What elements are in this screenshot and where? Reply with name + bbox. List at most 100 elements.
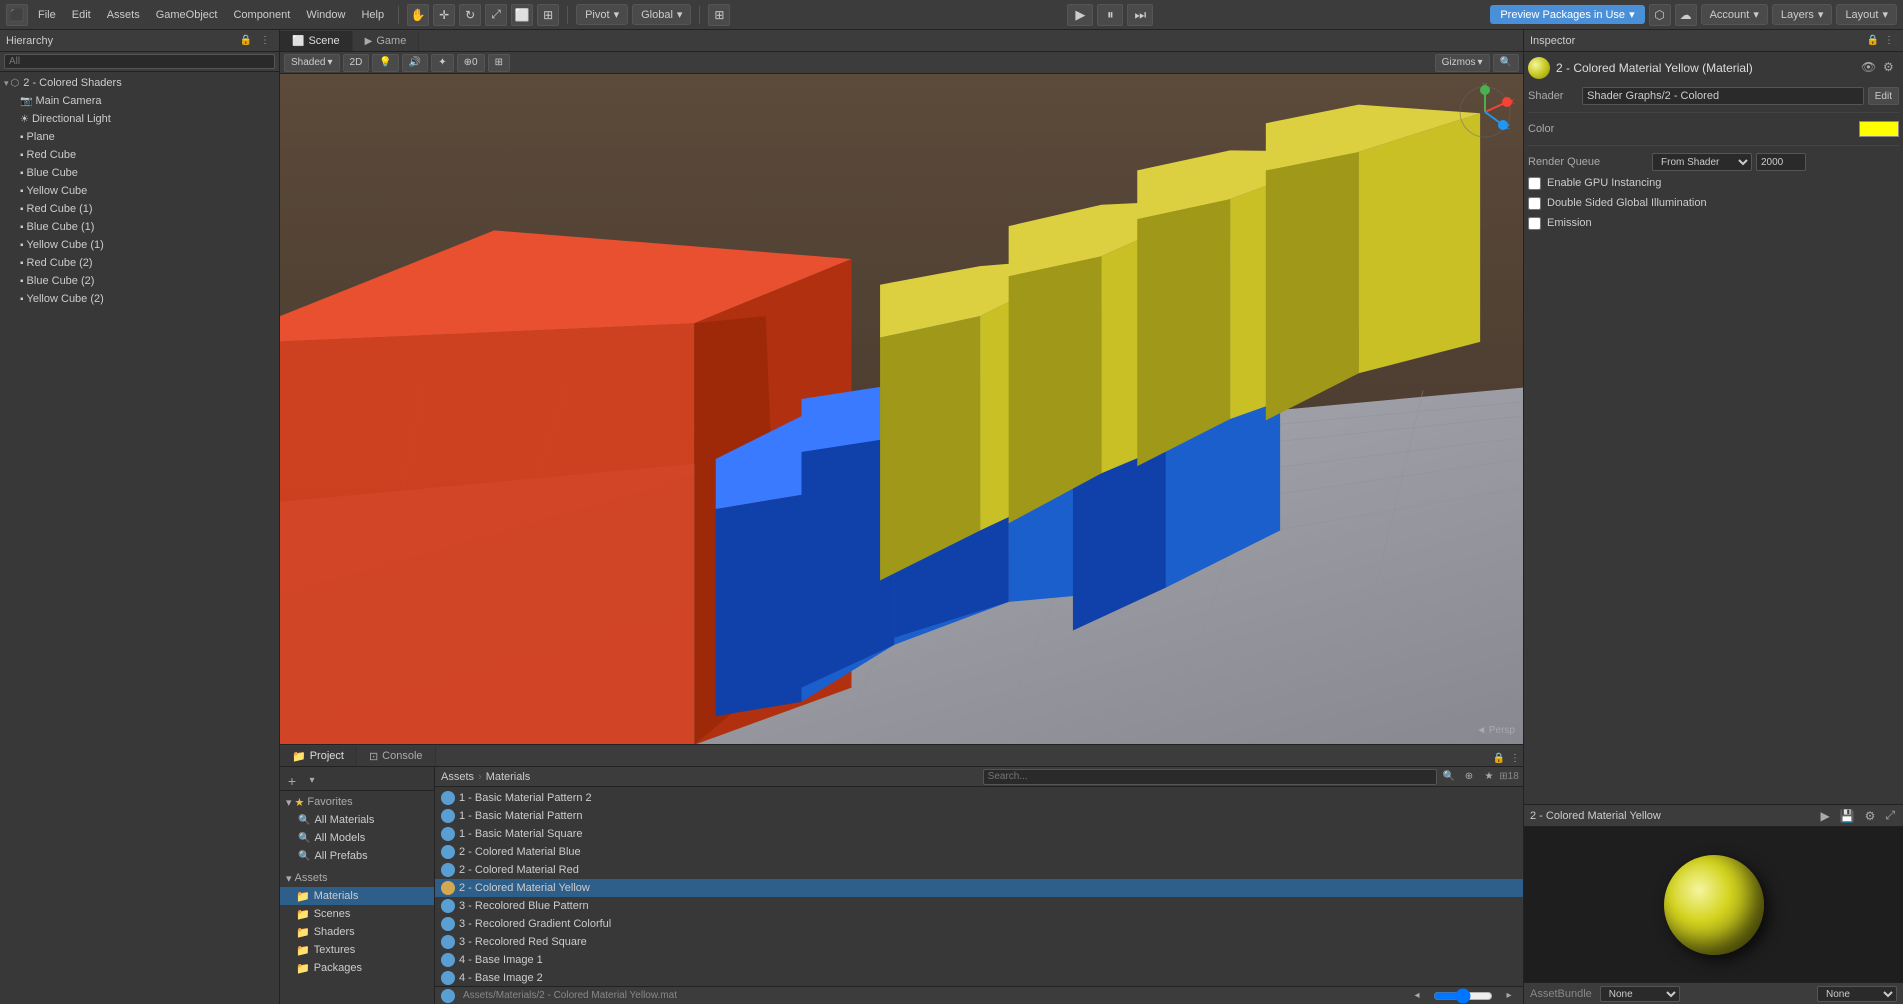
hierarchy-search-input[interactable]: [4, 54, 275, 69]
sidebar-scenes[interactable]: 📁 Scenes: [280, 905, 434, 923]
file-item-11[interactable]: 4 - Base Image 2: [435, 969, 1523, 986]
tab-project[interactable]: 📁 Project: [280, 746, 357, 766]
sidebar-packages[interactable]: 📁 Packages: [280, 959, 434, 977]
tab-game[interactable]: ▶ Game: [353, 31, 420, 51]
tab-console[interactable]: ⊡ Console: [357, 746, 436, 766]
shader-value[interactable]: Shader Graphs/2 - Colored: [1582, 87, 1864, 105]
inspector-lock-btn[interactable]: 🔒: [1865, 33, 1881, 49]
transform-rotate-btn[interactable]: ↻: [459, 4, 481, 26]
file-item-9[interactable]: 3 - Recolored Red Square: [435, 933, 1523, 951]
double-sided-gi-checkbox[interactable]: [1528, 197, 1541, 210]
collab-btn[interactable]: ⬡: [1649, 4, 1671, 26]
bottom-lock-btn[interactable]: 🔒: [1491, 750, 1507, 766]
hierarchy-item-yellow-cube-1[interactable]: ▪ Yellow Cube (1): [0, 236, 279, 254]
hierarchy-item-red-cube-1[interactable]: ▪ Red Cube (1): [0, 200, 279, 218]
file-item-6[interactable]: 2 - Colored Material Yellow: [435, 879, 1523, 897]
breadcrumb-assets[interactable]: Assets: [441, 771, 474, 783]
transform-move-btn[interactable]: ✛: [433, 4, 455, 26]
play-button[interactable]: ▶: [1067, 4, 1093, 26]
transform-rect-btn[interactable]: ⬜: [511, 4, 533, 26]
hierarchy-item-blue-cube[interactable]: ▪ Blue Cube: [0, 164, 279, 182]
menu-file[interactable]: File: [32, 7, 62, 23]
hierarchy-item-blue-cube-1[interactable]: ▪ Blue Cube (1): [0, 218, 279, 236]
status-slider-left[interactable]: ◂: [1409, 988, 1425, 1004]
project-add-btn[interactable]: +: [284, 773, 300, 789]
menu-assets[interactable]: Assets: [101, 7, 146, 23]
scene-toolbar-grid[interactable]: ⊞: [488, 54, 510, 72]
preview-save-btn[interactable]: 💾: [1838, 809, 1857, 823]
color-swatch[interactable]: [1859, 121, 1899, 137]
file-item-4[interactable]: 2 - Colored Material Blue: [435, 843, 1523, 861]
hierarchy-item-yellow-cube[interactable]: ▪ Yellow Cube: [0, 182, 279, 200]
scene-toolbar-extras[interactable]: ⊕0: [457, 54, 485, 72]
lighting-toggle[interactable]: 💡: [372, 54, 398, 72]
account-dropdown[interactable]: Account ▾: [1701, 4, 1768, 25]
file-item-8[interactable]: 3 - Recolored Gradient Colorful: [435, 915, 1523, 933]
menu-gameobject[interactable]: GameObject: [150, 7, 224, 23]
project-search-icon[interactable]: 🔍: [1441, 769, 1457, 785]
transform-all-btn[interactable]: ⊞: [537, 4, 559, 26]
gpu-instancing-checkbox[interactable]: [1528, 177, 1541, 190]
fx-toggle[interactable]: ✦: [431, 54, 453, 72]
inspector-more-btn[interactable]: ⋮: [1881, 33, 1897, 49]
sidebar-all-models[interactable]: 🔍 All Models: [280, 829, 434, 847]
file-item-5[interactable]: 2 - Colored Material Red: [435, 861, 1523, 879]
file-item-10[interactable]: 4 - Base Image 1: [435, 951, 1523, 969]
sidebar-textures[interactable]: 📁 Textures: [280, 941, 434, 959]
cloud-btn[interactable]: ☁: [1675, 4, 1697, 26]
hierarchy-item-blue-cube-2[interactable]: ▪ Blue Cube (2): [0, 272, 279, 290]
pause-button[interactable]: ⏸: [1097, 4, 1123, 26]
favorites-header[interactable]: ▾ ★ Favorites: [280, 793, 434, 811]
gizmos-dropdown[interactable]: Gizmos ▾: [1435, 54, 1490, 72]
asset-bundle-variant-dropdown[interactable]: None: [1817, 986, 1897, 1002]
file-item-2[interactable]: 1 - Basic Material Pattern: [435, 807, 1523, 825]
zoom-slider[interactable]: [1433, 992, 1493, 1000]
file-item-1[interactable]: 1 - Basic Material Pattern 2: [435, 789, 1523, 807]
scene-search-btn[interactable]: 🔍: [1493, 54, 1519, 72]
transform-hand-btn[interactable]: ✋: [407, 4, 429, 26]
hierarchy-item-red-cube-2[interactable]: ▪ Red Cube (2): [0, 254, 279, 272]
menu-component[interactable]: Component: [227, 7, 296, 23]
sidebar-shaders[interactable]: 📁 Shaders: [280, 923, 434, 941]
render-queue-dropdown[interactable]: From Shader: [1652, 153, 1752, 171]
sidebar-all-materials[interactable]: 🔍 All Materials: [280, 811, 434, 829]
shader-edit-button[interactable]: Edit: [1868, 87, 1899, 105]
step-button[interactable]: ⏭: [1127, 4, 1153, 26]
shaded-dropdown[interactable]: Shaded ▾: [284, 54, 340, 72]
project-add-arrow[interactable]: ▾: [304, 773, 320, 789]
grid-btn[interactable]: ⊞: [708, 4, 730, 26]
layout-dropdown[interactable]: Layout ▾: [1836, 4, 1897, 25]
sidebar-materials[interactable]: 📁 Materials: [280, 887, 434, 905]
project-filter-btn[interactable]: ⊕: [1461, 769, 1477, 785]
emission-checkbox[interactable]: [1528, 217, 1541, 230]
file-item-3[interactable]: 1 - Basic Material Square: [435, 825, 1523, 843]
file-item-7[interactable]: 3 - Recolored Blue Pattern: [435, 897, 1523, 915]
sidebar-all-prefabs[interactable]: 🔍 All Prefabs: [280, 847, 434, 865]
audio-toggle[interactable]: 🔊: [402, 54, 428, 72]
preview-settings-btn[interactable]: ⚙: [1863, 809, 1878, 823]
render-queue-value[interactable]: 2000: [1756, 153, 1806, 171]
bottom-more-btn[interactable]: ⋮: [1507, 750, 1523, 766]
breadcrumb-materials[interactable]: Materials: [486, 771, 531, 783]
menu-edit[interactable]: Edit: [66, 7, 97, 23]
asset-bundle-dropdown[interactable]: None: [1600, 986, 1680, 1002]
inspector-eye-btn[interactable]: 👁: [1861, 60, 1877, 76]
scene-gizmo[interactable]: Y X Z: [1455, 82, 1515, 142]
hierarchy-item-plane[interactable]: ▪ Plane: [0, 128, 279, 146]
scene-viewport[interactable]: Y X Z ◄ Persp: [280, 74, 1523, 744]
tab-scene[interactable]: ⬜ Scene: [280, 31, 353, 51]
hierarchy-item-red-cube[interactable]: ▪ Red Cube: [0, 146, 279, 164]
project-star-btn[interactable]: ★: [1481, 769, 1497, 785]
transform-scale-btn[interactable]: ⤢: [485, 4, 507, 26]
hierarchy-item-yellow-cube-2[interactable]: ▪ Yellow Cube (2): [0, 290, 279, 308]
hierarchy-item-main-camera[interactable]: 📷 Main Camera: [0, 92, 279, 110]
2d-toggle[interactable]: 2D: [343, 54, 370, 72]
hierarchy-item-directional-light[interactable]: ☀ Directional Light: [0, 110, 279, 128]
hierarchy-scene-root[interactable]: ▾ ⬡ 2 - Colored Shaders: [0, 74, 279, 92]
global-dropdown[interactable]: Global ▾: [632, 4, 691, 25]
preview-zoom-btn[interactable]: ⤢: [1883, 808, 1897, 823]
hierarchy-lock-btn[interactable]: 🔒: [238, 33, 254, 49]
menu-window[interactable]: Window: [300, 7, 351, 23]
preview-packages-button[interactable]: Preview Packages in Use ▾: [1490, 5, 1644, 24]
hierarchy-more-btn[interactable]: ⋮: [257, 33, 273, 49]
